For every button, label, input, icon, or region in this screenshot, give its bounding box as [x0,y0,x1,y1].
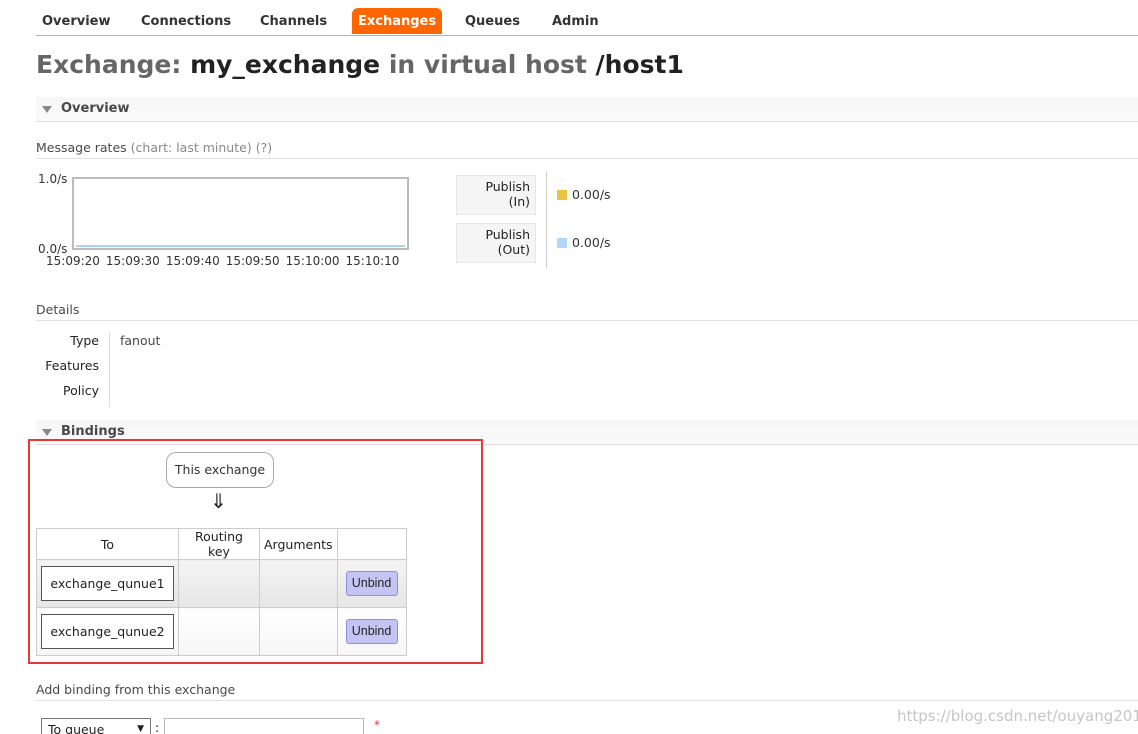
nav-overview[interactable]: Overview [36,8,117,34]
details-label: Details [36,302,80,317]
policy-key: Policy [63,383,99,398]
watermark: https://blog.csdn.net/ouyang2018 [897,707,1138,725]
required-mark: * [374,718,380,732]
title-prefix: Exchange: [36,50,182,79]
col-arguments: Arguments [259,528,338,560]
destination-name-input[interactable] [164,718,364,734]
cell-to: exchange_qunue1 [36,559,179,608]
overview-section-toggle[interactable]: Overview [36,97,1138,122]
down-arrow-icon: ⇓ [210,489,227,513]
top-nav: Overview Connections Channels Exchanges … [36,8,1138,36]
collapse-triangle-icon [42,429,52,436]
legend-publish-in[interactable]: Publish (In) [456,175,536,215]
colon-label: : [155,720,160,734]
unbind-button[interactable]: Unbind [345,619,398,644]
legend-swatch-publish-out [557,238,567,248]
bindings-table: To Routing key Arguments exchange_qunue1… [36,528,407,656]
nav-admin[interactable]: Admin [546,8,605,34]
destination-type-select[interactable]: To queue ▼ [41,718,151,734]
nav-queues[interactable]: Queues [459,8,526,34]
cell-to: exchange_qunue2 [36,607,179,656]
chart-x-axis: 15:09:20 15:09:30 15:09:40 15:09:50 15:10:00… [46,254,405,268]
unbind-button[interactable]: Unbind [345,571,398,596]
nav-connections[interactable]: Connections [135,8,237,34]
source-exchange-node: This exchange [166,452,274,488]
collapse-triangle-icon [42,106,52,113]
destination-type-value: To queue [48,722,105,734]
destination-link[interactable]: exchange_qunue1 [41,566,174,601]
type-value: fanout [120,333,161,348]
details-heading: Details [36,302,1138,321]
legend-label-line1: Publish [485,179,530,194]
legend-label-line1: Publish [485,227,530,242]
x-tick: 15:09:20 [46,254,100,268]
cell-action: Unbind [336,559,407,608]
legend-divider [546,171,547,268]
nav-exchanges[interactable]: Exchanges [352,8,443,34]
x-tick: 15:09:40 [165,254,220,268]
page-title: Exchange: my_exchange in virtual host /h… [36,50,684,79]
features-key: Features [45,358,99,373]
legend-label-line2: (In) [508,194,530,209]
x-tick: 15:10:10 [345,254,400,268]
destination-link[interactable]: exchange_qunue2 [41,614,174,649]
publish-in-rate: 0.00/s [572,187,611,202]
legend-publish-out[interactable]: Publish (Out) [456,223,536,263]
cell-action: Unbind [336,607,407,656]
chart-y-top: 1.0/s [38,172,68,186]
message-rates-label: Message rates [36,140,127,155]
legend-label-line2: (Out) [497,242,530,257]
title-middle: in virtual host [388,50,587,79]
chart-range-link[interactable]: (chart: last minute) [131,140,252,155]
col-routing-key: Routing key [178,528,260,560]
legend-swatch-publish-in [557,190,567,200]
help-link[interactable]: (?) [256,140,272,155]
message-rate-chart [72,177,409,250]
x-tick: 15:09:30 [105,254,160,268]
overview-section-label: Overview [61,101,130,116]
x-tick: 15:09:50 [225,254,280,268]
col-action [336,528,407,560]
message-rates-heading: Message rates (chart: last minute) (?) [36,140,1138,159]
publish-out-series [76,245,405,247]
col-to: To [36,528,179,560]
cell-arguments [259,559,338,608]
cell-routing-key [178,607,260,656]
add-binding-label: Add binding from this exchange [36,682,236,697]
table-row: exchange_qunue1 Unbind [36,559,407,608]
table-header-row: To Routing key Arguments [36,528,407,560]
type-key: Type [70,333,99,348]
cell-routing-key [178,559,260,608]
cell-arguments [259,607,338,656]
x-tick: 15:10:00 [285,254,340,268]
table-row: exchange_qunue2 Unbind [36,607,407,656]
exchange-name: my_exchange [190,50,381,79]
details-divider [109,333,110,407]
publish-out-rate: 0.00/s [572,235,611,250]
nav-channels[interactable]: Channels [254,8,333,34]
add-binding-heading: Add binding from this exchange [36,682,1138,701]
bindings-section-label: Bindings [61,424,125,439]
vhost-name: /host1 [595,50,684,79]
dropdown-arrow-icon: ▼ [137,724,144,734]
